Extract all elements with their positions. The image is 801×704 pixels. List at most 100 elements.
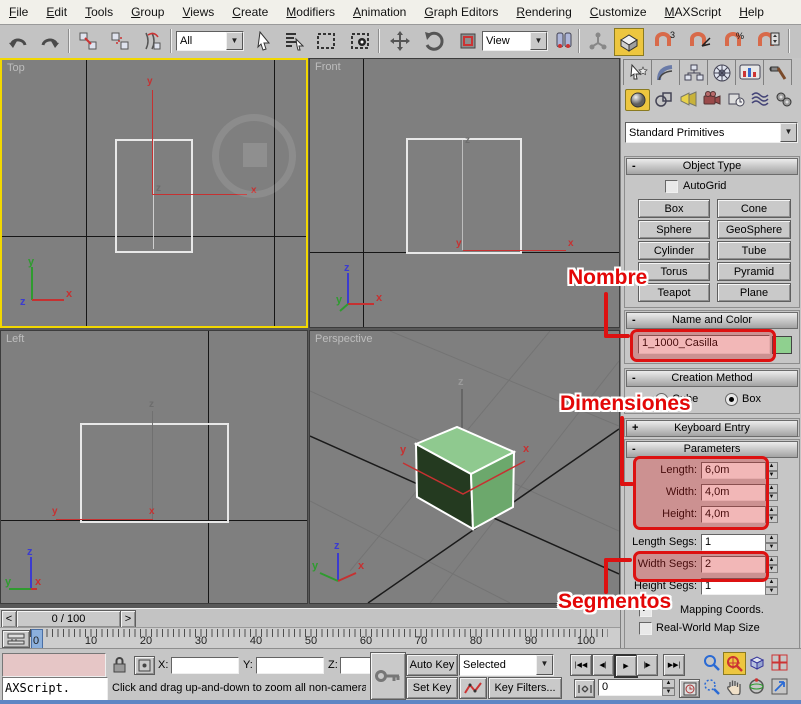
unlink-selection-icon[interactable]: [108, 29, 132, 53]
rollout-name-color-header[interactable]: - Name and Color: [626, 312, 798, 329]
zoom-extents-all-icon[interactable]: [769, 652, 790, 673]
viewport-perspective[interactable]: Perspective y x z z y x: [309, 330, 620, 604]
keyboard-shortcut-override-icon[interactable]: [614, 28, 644, 56]
object-color-swatch[interactable]: [772, 336, 792, 354]
select-and-move-icon[interactable]: [388, 29, 412, 53]
length-field[interactable]: 6,0m: [701, 462, 767, 479]
select-and-rotate-icon[interactable]: [422, 29, 446, 53]
length-segs-spinner[interactable]: ▲▼: [765, 534, 778, 551]
category-geometry-icon[interactable]: [625, 89, 650, 111]
menu-item-file[interactable]: File: [0, 2, 37, 22]
rollout-parameters-header[interactable]: - Parameters: [626, 441, 798, 458]
snaps-toggle-3d-icon[interactable]: 3: [652, 29, 676, 53]
dropdown-arrow-icon[interactable]: ▼: [536, 655, 553, 675]
object-type-button-sphere[interactable]: Sphere: [638, 220, 710, 239]
category-lights-icon[interactable]: [676, 89, 699, 109]
object-type-button-plane[interactable]: Plane: [717, 283, 791, 302]
angle-snap-toggle-icon[interactable]: [688, 29, 712, 53]
box-wireframe-top[interactable]: [115, 139, 193, 253]
select-by-name-icon[interactable]: [282, 29, 306, 53]
primitives-dropdown[interactable]: Standard Primitives ▼: [625, 122, 798, 143]
collapse-icon[interactable]: -: [632, 313, 636, 328]
collapse-icon[interactable]: -: [632, 371, 636, 386]
autogrid-checkbox[interactable]: [665, 180, 678, 193]
frame-spinner[interactable]: ▲▼: [662, 679, 675, 696]
tab-hierarchy[interactable]: [679, 59, 708, 85]
tab-display[interactable]: [735, 59, 764, 85]
min-max-toggle-icon[interactable]: [769, 676, 790, 697]
mini-curve-editor-button[interactable]: [2, 630, 30, 648]
radio-box[interactable]: [725, 393, 738, 406]
select-and-manipulate-icon[interactable]: [586, 29, 610, 53]
rollout-object-type-header[interactable]: - Object Type: [626, 158, 798, 175]
width-spinner[interactable]: ▲▼: [765, 484, 778, 501]
real-world-checkbox[interactable]: [639, 622, 652, 635]
category-space-warps-icon[interactable]: [748, 89, 771, 109]
menu-item-rendering[interactable]: Rendering: [507, 2, 580, 22]
spinner-snap-toggle-icon[interactable]: [756, 29, 780, 53]
box-wireframe-front[interactable]: [406, 138, 522, 254]
expand-icon[interactable]: +: [632, 421, 638, 436]
height-segs-field[interactable]: 1: [701, 578, 767, 595]
width-segs-field[interactable]: 2: [701, 556, 767, 573]
object-type-button-cylinder[interactable]: Cylinder: [638, 241, 710, 260]
select-object-icon[interactable]: [252, 29, 276, 53]
dropdown-arrow-icon[interactable]: ▼: [530, 32, 547, 50]
viewport-left-label[interactable]: Left: [6, 333, 24, 345]
object-name-field[interactable]: 1_1000_Casilla: [638, 335, 770, 354]
selection-filter-dropdown[interactable]: All ▼: [176, 31, 244, 51]
zoom-icon[interactable]: [701, 652, 722, 673]
previous-frame-button[interactable]: ◀|: [592, 654, 614, 676]
viewport-perspective-label[interactable]: Perspective: [315, 333, 372, 345]
object-type-button-teapot[interactable]: Teapot: [638, 283, 710, 302]
viewcube-compass[interactable]: [212, 114, 296, 198]
menu-item-customize[interactable]: Customize: [581, 2, 656, 22]
time-slider-prev-button[interactable]: <: [1, 610, 17, 628]
maxscript-listener-pink[interactable]: [2, 653, 106, 677]
rollout-creation-method-header[interactable]: - Creation Method: [626, 370, 798, 387]
menu-item-edit[interactable]: Edit: [37, 2, 76, 22]
set-keys-button[interactable]: [370, 652, 406, 700]
go-to-end-button[interactable]: ▶▶|: [663, 654, 685, 676]
use-pivot-point-center-icon[interactable]: [552, 29, 576, 53]
object-type-button-torus[interactable]: Torus: [638, 262, 710, 281]
time-slider-handle[interactable]: 0 / 100: [16, 610, 121, 628]
object-type-button-tube[interactable]: Tube: [717, 241, 791, 260]
menu-item-graph-editors[interactable]: Graph Editors: [415, 2, 507, 22]
maxscript-listener-input[interactable]: AXScript.: [2, 677, 108, 701]
zoom-all-icon[interactable]: [723, 652, 746, 675]
coord-y-field[interactable]: [256, 657, 324, 674]
key-mode-toggle-icon[interactable]: [574, 679, 595, 698]
arc-rotate-icon[interactable]: [746, 676, 767, 697]
object-type-button-geosphere[interactable]: GeoSphere: [717, 220, 791, 239]
time-slider-next-button[interactable]: >: [120, 610, 136, 628]
menu-item-help[interactable]: Help: [730, 2, 773, 22]
width-segs-spinner[interactable]: ▲▼: [765, 556, 778, 573]
viewport-front-label[interactable]: Front: [315, 61, 341, 73]
auto-key-button[interactable]: Auto Key: [406, 654, 458, 676]
tab-motion[interactable]: [707, 59, 736, 85]
menu-item-views[interactable]: Views: [173, 2, 223, 22]
set-key-button[interactable]: Set Key: [406, 677, 458, 699]
menu-item-maxscript[interactable]: MAXScript: [656, 2, 731, 22]
percent-snap-toggle-icon[interactable]: %: [722, 29, 746, 53]
tab-create[interactable]: [623, 59, 652, 85]
rectangular-selection-region-icon[interactable]: [314, 29, 338, 53]
width-field[interactable]: 4,0m: [701, 484, 767, 501]
category-helpers-icon[interactable]: [724, 89, 747, 109]
length-segs-field[interactable]: 1: [701, 534, 767, 551]
dropdown-arrow-icon[interactable]: ▼: [226, 32, 243, 50]
category-systems-icon[interactable]: [772, 89, 795, 109]
tab-utilities[interactable]: [763, 59, 792, 85]
viewport-left[interactable]: Left y x z z y x: [0, 330, 308, 604]
play-button[interactable]: ▶: [614, 654, 638, 678]
next-frame-button[interactable]: |▶: [636, 654, 658, 676]
viewport-top[interactable]: Top y x z y x z: [0, 58, 308, 328]
selection-lock-icon[interactable]: [112, 657, 127, 673]
key-filters-button[interactable]: Key Filters...: [488, 677, 562, 699]
object-type-button-cone[interactable]: Cone: [717, 199, 791, 218]
select-and-link-icon[interactable]: [76, 29, 100, 53]
category-cameras-icon[interactable]: [700, 89, 723, 109]
tab-modify[interactable]: [651, 59, 680, 85]
bind-to-space-warp-icon[interactable]: [140, 29, 164, 53]
